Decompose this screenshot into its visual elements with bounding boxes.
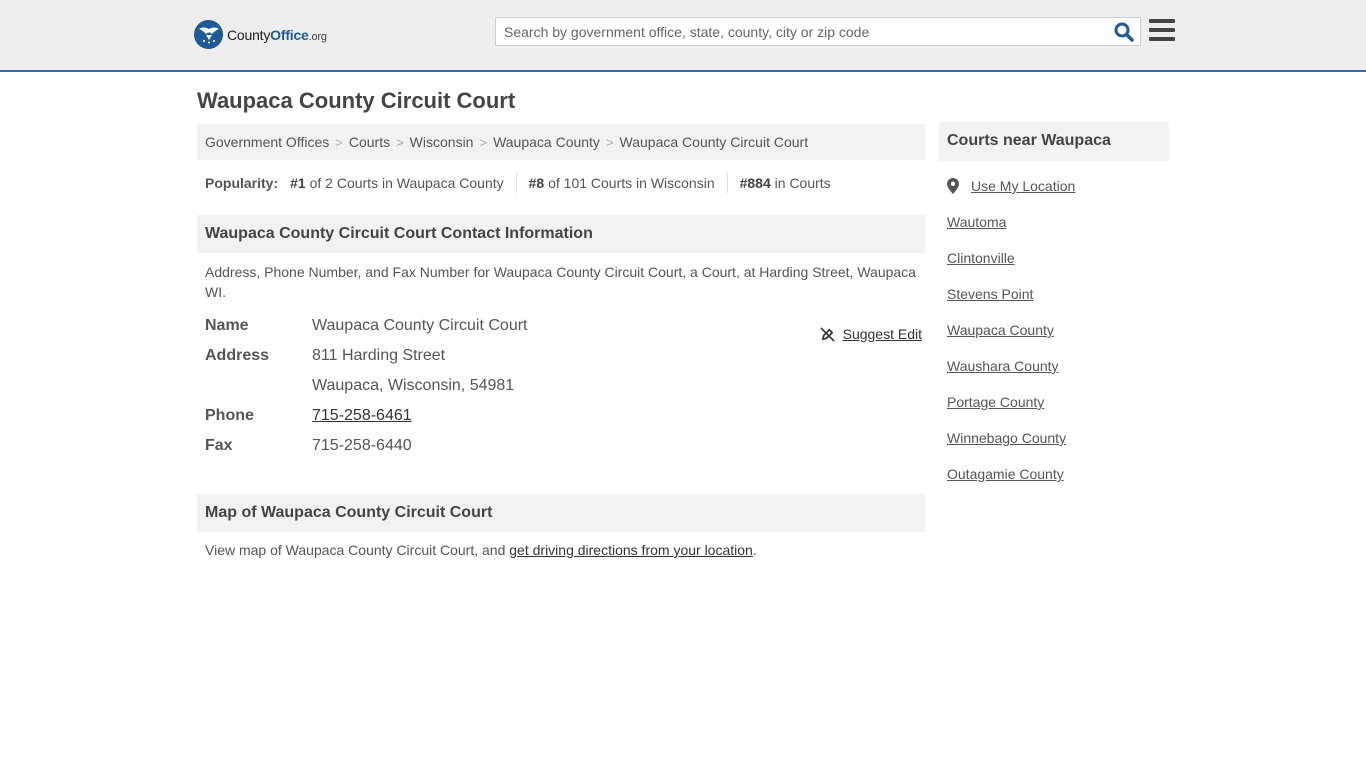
list-item: Winnebago County (947, 430, 1066, 446)
use-location-item: Use My Location (947, 178, 1075, 194)
search-input[interactable] (496, 18, 1096, 45)
nearby-waushara-county-link[interactable]: Waushara County (947, 358, 1059, 374)
list-item: Wautoma (947, 214, 1006, 230)
chevron-right-icon: > (605, 135, 614, 150)
breadcrumb: Government Offices > Courts > Wisconsin > Waup… (197, 124, 925, 160)
office-name: Waupaca County Circuit Court (312, 317, 528, 334)
nearby-winnebago-county-link[interactable]: Winnebago County (947, 430, 1066, 446)
phone-link[interactable]: 715-258-6461 (312, 407, 412, 424)
nearby-stevens-point-link[interactable]: Stevens Point (947, 286, 1033, 302)
list-item: Portage County (947, 394, 1044, 410)
list-item: Waushara County (947, 358, 1059, 374)
chevron-right-icon: > (335, 135, 343, 150)
eagle-logo-icon (194, 20, 223, 49)
address-line-2: Waupaca, Wisconsin, 54981 (312, 377, 515, 394)
list-item: Waupaca County (947, 322, 1054, 338)
breadcrumb-government-offices[interactable]: Government Offices (205, 134, 329, 150)
nearby-clintonville-link[interactable]: Clintonville (947, 250, 1015, 266)
nearby-wautoma-link[interactable]: Wautoma (947, 214, 1006, 230)
breadcrumb-waupaca-county[interactable]: Waupaca County (493, 134, 600, 150)
hamburger-menu-button[interactable] (1149, 19, 1175, 43)
driving-directions-link[interactable]: get driving directions from your locatio… (509, 542, 753, 558)
list-item: Stevens Point (947, 286, 1033, 302)
nearby-outagamie-county-link[interactable]: Outagamie County (947, 466, 1064, 482)
site-logo[interactable]: CountyOffice.org (194, 20, 327, 49)
breadcrumb-current: Waupaca County Circuit Court (619, 134, 809, 150)
breadcrumb-courts[interactable]: Courts (349, 134, 390, 150)
divider (726, 173, 728, 193)
divider (515, 173, 517, 193)
search-box (495, 17, 1141, 46)
search-icon (1114, 22, 1134, 42)
menu-icon (1149, 19, 1175, 23)
contact-description: Address, Phone Number, and Fax Number fo… (205, 264, 916, 300)
popularity-label: Popularity: (205, 175, 279, 191)
edit-off-icon (819, 326, 835, 342)
map-heading: Map of Waupaca County Circuit Court (197, 494, 925, 532)
popularity-overall-rank: #884 in Courts (739, 175, 831, 191)
logo-text: CountyOffice.org (227, 26, 327, 43)
info-row-name: Name Waupaca County Circuit Court Sugges… (205, 311, 925, 342)
sidebar-heading: Courts near Waupaca (939, 122, 1169, 161)
chevron-right-icon: > (396, 135, 404, 150)
page-title: Waupaca County Circuit Court (197, 88, 516, 113)
list-item: Clintonville (947, 250, 1015, 266)
suggest-edit: Suggest Edit (819, 319, 922, 349)
site-header: CountyOffice.org (0, 0, 1366, 72)
map-pin-icon (947, 178, 959, 194)
nearby-portage-county-link[interactable]: Portage County (947, 394, 1044, 410)
fax-number: 715-258-6440 (312, 437, 412, 454)
suggest-edit-link[interactable]: Suggest Edit (843, 319, 922, 349)
popularity-bar: Popularity: #1 of 2 Courts in Waupaca Co… (205, 173, 831, 193)
nearby-waupaca-county-link[interactable]: Waupaca County (947, 322, 1054, 338)
contact-heading: Waupaca County Circuit Court Contact Inf… (197, 215, 925, 253)
map-description: View map of Waupaca County Circuit Court… (205, 542, 757, 558)
popularity-county-rank: #1 of 2 Courts in Waupaca County (290, 175, 504, 191)
breadcrumb-wisconsin[interactable]: Wisconsin (410, 134, 474, 150)
address-line-1: 811 Harding Street (312, 347, 446, 364)
list-item: Outagamie County (947, 466, 1064, 482)
chevron-right-icon: > (479, 135, 488, 150)
popularity-state-rank: #8 of 101 Courts in Wisconsin (528, 175, 715, 191)
search-button[interactable] (1114, 22, 1134, 42)
use-my-location-link[interactable]: Use My Location (971, 178, 1075, 194)
